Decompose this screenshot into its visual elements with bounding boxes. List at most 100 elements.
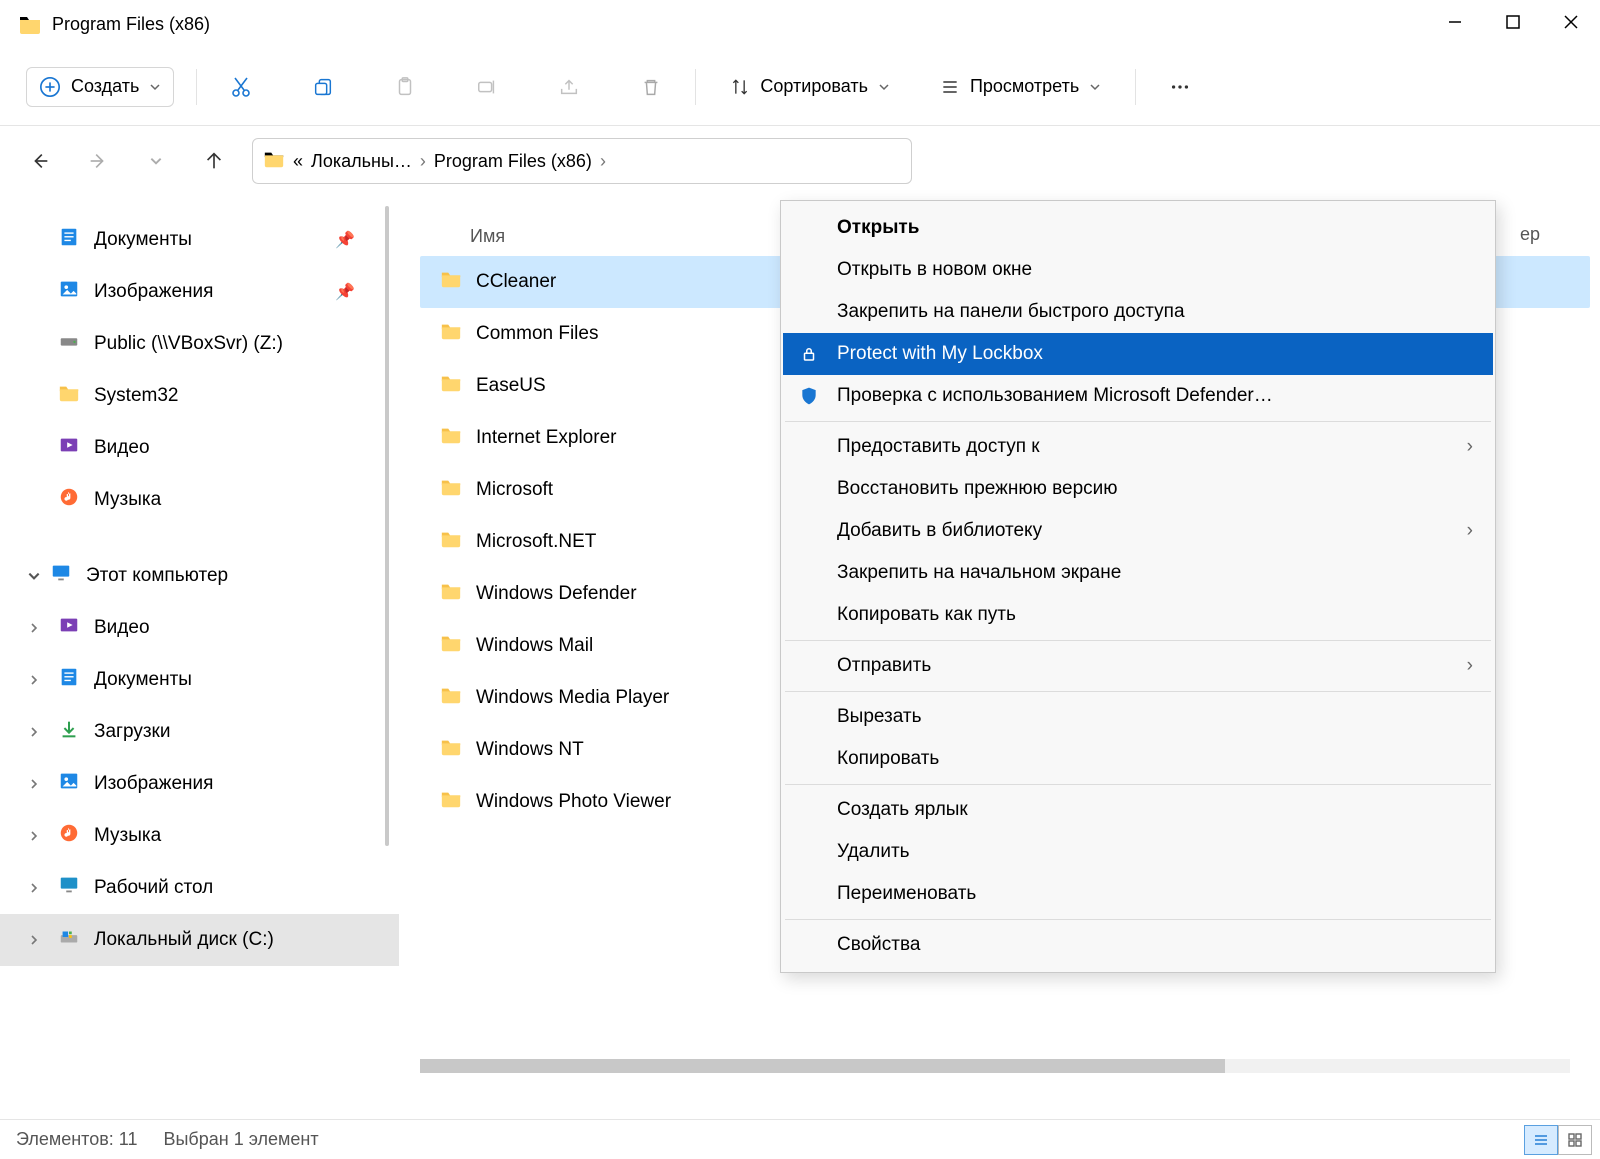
share-button[interactable] xyxy=(547,65,591,109)
desktop-icon xyxy=(58,874,80,902)
forward-button[interactable] xyxy=(78,141,118,181)
rename-button[interactable] xyxy=(465,65,509,109)
view-button[interactable]: Просмотреть xyxy=(928,68,1113,105)
sidebar-quick-item[interactable]: Видео xyxy=(0,422,399,474)
status-count: Элементов: 11 xyxy=(16,1129,137,1150)
sidebar-quick-item[interactable]: Документы📌 xyxy=(0,214,399,266)
context-menu-item[interactable]: Копировать как путь xyxy=(783,594,1493,636)
folder-icon xyxy=(440,788,462,816)
context-menu-item[interactable]: Открыть в новом окне xyxy=(783,249,1493,291)
sidebar-pc-item[interactable]: Документы xyxy=(0,654,399,706)
context-menu-item[interactable]: Свойства xyxy=(783,924,1493,966)
chevron-right-icon: › xyxy=(600,151,606,172)
details-view-toggle[interactable] xyxy=(1524,1125,1558,1155)
context-menu-item[interactable]: Удалить xyxy=(783,831,1493,873)
create-button[interactable]: Создать xyxy=(26,67,174,107)
window-title: Program Files (x86) xyxy=(52,14,210,35)
context-menu-item[interactable]: Переименовать xyxy=(783,873,1493,915)
window-controls xyxy=(1426,0,1600,44)
view-label: Просмотреть xyxy=(970,76,1079,97)
sidebar-pc-item[interactable]: Музыка xyxy=(0,810,399,862)
chevron-right-icon: › xyxy=(420,151,426,172)
context-menu-item[interactable]: Отправить› xyxy=(783,645,1493,687)
context-menu-separator xyxy=(785,919,1491,920)
context-menu-item[interactable]: Добавить в библиотеку› xyxy=(783,510,1493,552)
chevron-right-icon: › xyxy=(1467,520,1473,542)
folder-icon xyxy=(263,148,285,175)
sort-button[interactable]: Сортировать xyxy=(718,68,902,105)
create-label: Создать xyxy=(71,76,139,97)
context-menu-item[interactable]: Восстановить прежнюю версию xyxy=(783,468,1493,510)
context-menu-separator xyxy=(785,640,1491,641)
chevron-down-icon xyxy=(1089,81,1101,93)
toolbar: Создать Сортировать Просмотреть xyxy=(0,48,1600,126)
context-menu-item-label: Свойства xyxy=(837,934,920,956)
column-header-partial[interactable]: ер xyxy=(1520,224,1540,245)
sidebar: Документы📌Изображения📌 Public (\\VBoxSvr)… xyxy=(0,196,400,1119)
monitor-icon xyxy=(50,562,72,590)
sidebar-item-label: Public (\\VBoxSvr) (Z:) xyxy=(94,333,283,355)
close-button[interactable] xyxy=(1542,0,1600,44)
up-button[interactable] xyxy=(194,141,234,181)
maximize-button[interactable] xyxy=(1484,0,1542,44)
chevron-right-icon[interactable] xyxy=(24,674,44,686)
file-name: Windows Mail xyxy=(476,635,593,657)
chevron-right-icon[interactable] xyxy=(24,726,44,738)
back-button[interactable] xyxy=(20,141,60,181)
toolbar-separator xyxy=(695,69,696,105)
chevron-down-icon[interactable] xyxy=(24,569,44,583)
cut-button[interactable] xyxy=(219,65,263,109)
context-menu-item[interactable]: Закрепить на начальном экране xyxy=(783,552,1493,594)
sidebar-quick-item[interactable]: Public (\\VBoxSvr) (Z:) xyxy=(0,318,399,370)
address-bar[interactable]: « Локальны… › Program Files (x86) › xyxy=(252,138,912,184)
folder-icon xyxy=(440,736,462,764)
sidebar-scrollbar[interactable] xyxy=(385,206,389,846)
chevron-right-icon[interactable] xyxy=(24,778,44,790)
context-menu-item[interactable]: Проверка с использованием Microsoft Defe… xyxy=(783,375,1493,417)
sidebar-pc-item[interactable]: Видео xyxy=(0,602,399,654)
context-menu-item[interactable]: Копировать xyxy=(783,738,1493,780)
copy-button[interactable] xyxy=(301,65,345,109)
minimize-button[interactable] xyxy=(1426,0,1484,44)
context-menu: ОткрытьОткрыть в новом окнеЗакрепить на … xyxy=(780,200,1496,973)
crumb-item[interactable]: Program Files (x86) xyxy=(434,151,592,172)
chevron-down-icon xyxy=(149,81,161,93)
delete-button[interactable] xyxy=(629,65,673,109)
context-menu-item-label: Копировать xyxy=(837,748,939,770)
sidebar-this-pc-label: Этот компьютер xyxy=(86,565,228,587)
img-icon xyxy=(58,278,80,306)
context-menu-item[interactable]: Вырезать xyxy=(783,696,1493,738)
chevron-right-icon[interactable] xyxy=(24,830,44,842)
chevron-right-icon[interactable] xyxy=(24,882,44,894)
chevron-right-icon[interactable] xyxy=(24,934,44,946)
horizontal-scrollbar[interactable] xyxy=(420,1059,1570,1073)
sidebar-this-pc[interactable]: Этот компьютер xyxy=(0,550,399,602)
sidebar-quick-item[interactable]: System32 xyxy=(0,370,399,422)
chevron-right-icon[interactable] xyxy=(24,622,44,634)
sidebar-pc-item[interactable]: Загрузки xyxy=(0,706,399,758)
sort-label: Сортировать xyxy=(760,76,868,97)
context-menu-item[interactable]: Предоставить доступ к› xyxy=(783,426,1493,468)
navbar: « Локальны… › Program Files (x86) › xyxy=(0,126,1600,196)
sidebar-quick-item[interactable]: Музыка xyxy=(0,474,399,526)
file-name: Windows Photo Viewer xyxy=(476,791,671,813)
context-menu-item[interactable]: Закрепить на панели быстрого доступа xyxy=(783,291,1493,333)
shield-icon xyxy=(797,384,821,408)
crumb-item[interactable]: Локальны… xyxy=(311,151,412,172)
context-menu-item[interactable]: Открыть xyxy=(783,207,1493,249)
context-menu-item-label: Отправить xyxy=(837,655,931,677)
folder-icon xyxy=(440,320,462,348)
context-menu-item[interactable]: Создать ярлык xyxy=(783,789,1493,831)
sidebar-item-label: Видео xyxy=(94,437,150,459)
context-menu-item[interactable]: Protect with My Lockbox xyxy=(783,333,1493,375)
recent-button[interactable] xyxy=(136,141,176,181)
context-menu-item-label: Восстановить прежнюю версию xyxy=(837,478,1118,500)
sidebar-pc-item[interactable]: Изображения xyxy=(0,758,399,810)
more-button[interactable] xyxy=(1158,65,1202,109)
sidebar-item-label: Изображения xyxy=(94,281,213,303)
sidebar-quick-item[interactable]: Изображения📌 xyxy=(0,266,399,318)
sidebar-pc-item[interactable]: Рабочий стол xyxy=(0,862,399,914)
thumbnails-view-toggle[interactable] xyxy=(1558,1125,1592,1155)
paste-button[interactable] xyxy=(383,65,427,109)
sidebar-pc-item[interactable]: Локальный диск (C:) xyxy=(0,914,399,966)
